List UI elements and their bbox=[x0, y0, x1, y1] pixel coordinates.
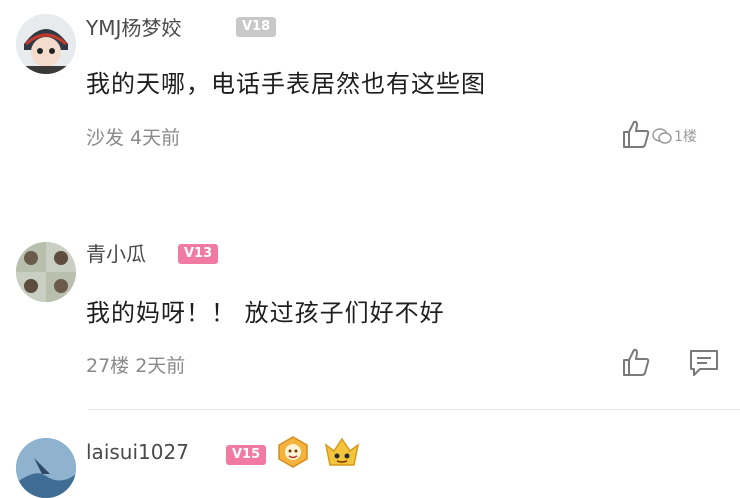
fan-medal-icon bbox=[278, 436, 308, 468]
comment-text: 我的天哪，电话手表居然也有这些图 bbox=[86, 70, 486, 98]
comment-text: 我的妈呀！！ 放过孩子们好不好 bbox=[86, 299, 445, 327]
comment-item: laisui1027 V15 bbox=[0, 410, 740, 498]
thumbs-up-icon[interactable] bbox=[620, 118, 652, 150]
username[interactable]: 青小瓜 bbox=[86, 238, 146, 267]
avatar[interactable] bbox=[16, 438, 76, 498]
avatar[interactable] bbox=[16, 14, 76, 74]
avatar-image bbox=[16, 438, 76, 498]
level-badge: V15 bbox=[226, 445, 267, 465]
avatar[interactable] bbox=[16, 242, 76, 302]
username[interactable]: laisui1027 bbox=[86, 440, 189, 464]
avatar-image bbox=[16, 14, 76, 74]
avatar-image bbox=[16, 242, 76, 302]
crown-medal-icon bbox=[324, 437, 360, 466]
username[interactable]: YMJ杨梦姣 bbox=[86, 12, 181, 41]
comment-item: 青小瓜 V13 我的妈呀！！ 放过孩子们好不好 27楼 2天前 bbox=[0, 200, 740, 400]
comment-meta: 沙发 4天前 bbox=[86, 127, 181, 149]
floor-watermark: 1楼 bbox=[674, 129, 697, 145]
wechat-watermark-icon bbox=[652, 128, 672, 144]
comment-meta: 27楼 2天前 bbox=[86, 355, 186, 377]
comment-item: YMJ杨梦姣 V18 我的天哪，电话手表居然也有这些图 沙发 4天前 1楼 bbox=[0, 0, 740, 200]
reply-icon[interactable] bbox=[688, 348, 720, 378]
level-badge: V13 bbox=[178, 244, 219, 264]
thumbs-up-icon[interactable] bbox=[620, 346, 652, 378]
level-badge: V18 bbox=[236, 17, 277, 37]
